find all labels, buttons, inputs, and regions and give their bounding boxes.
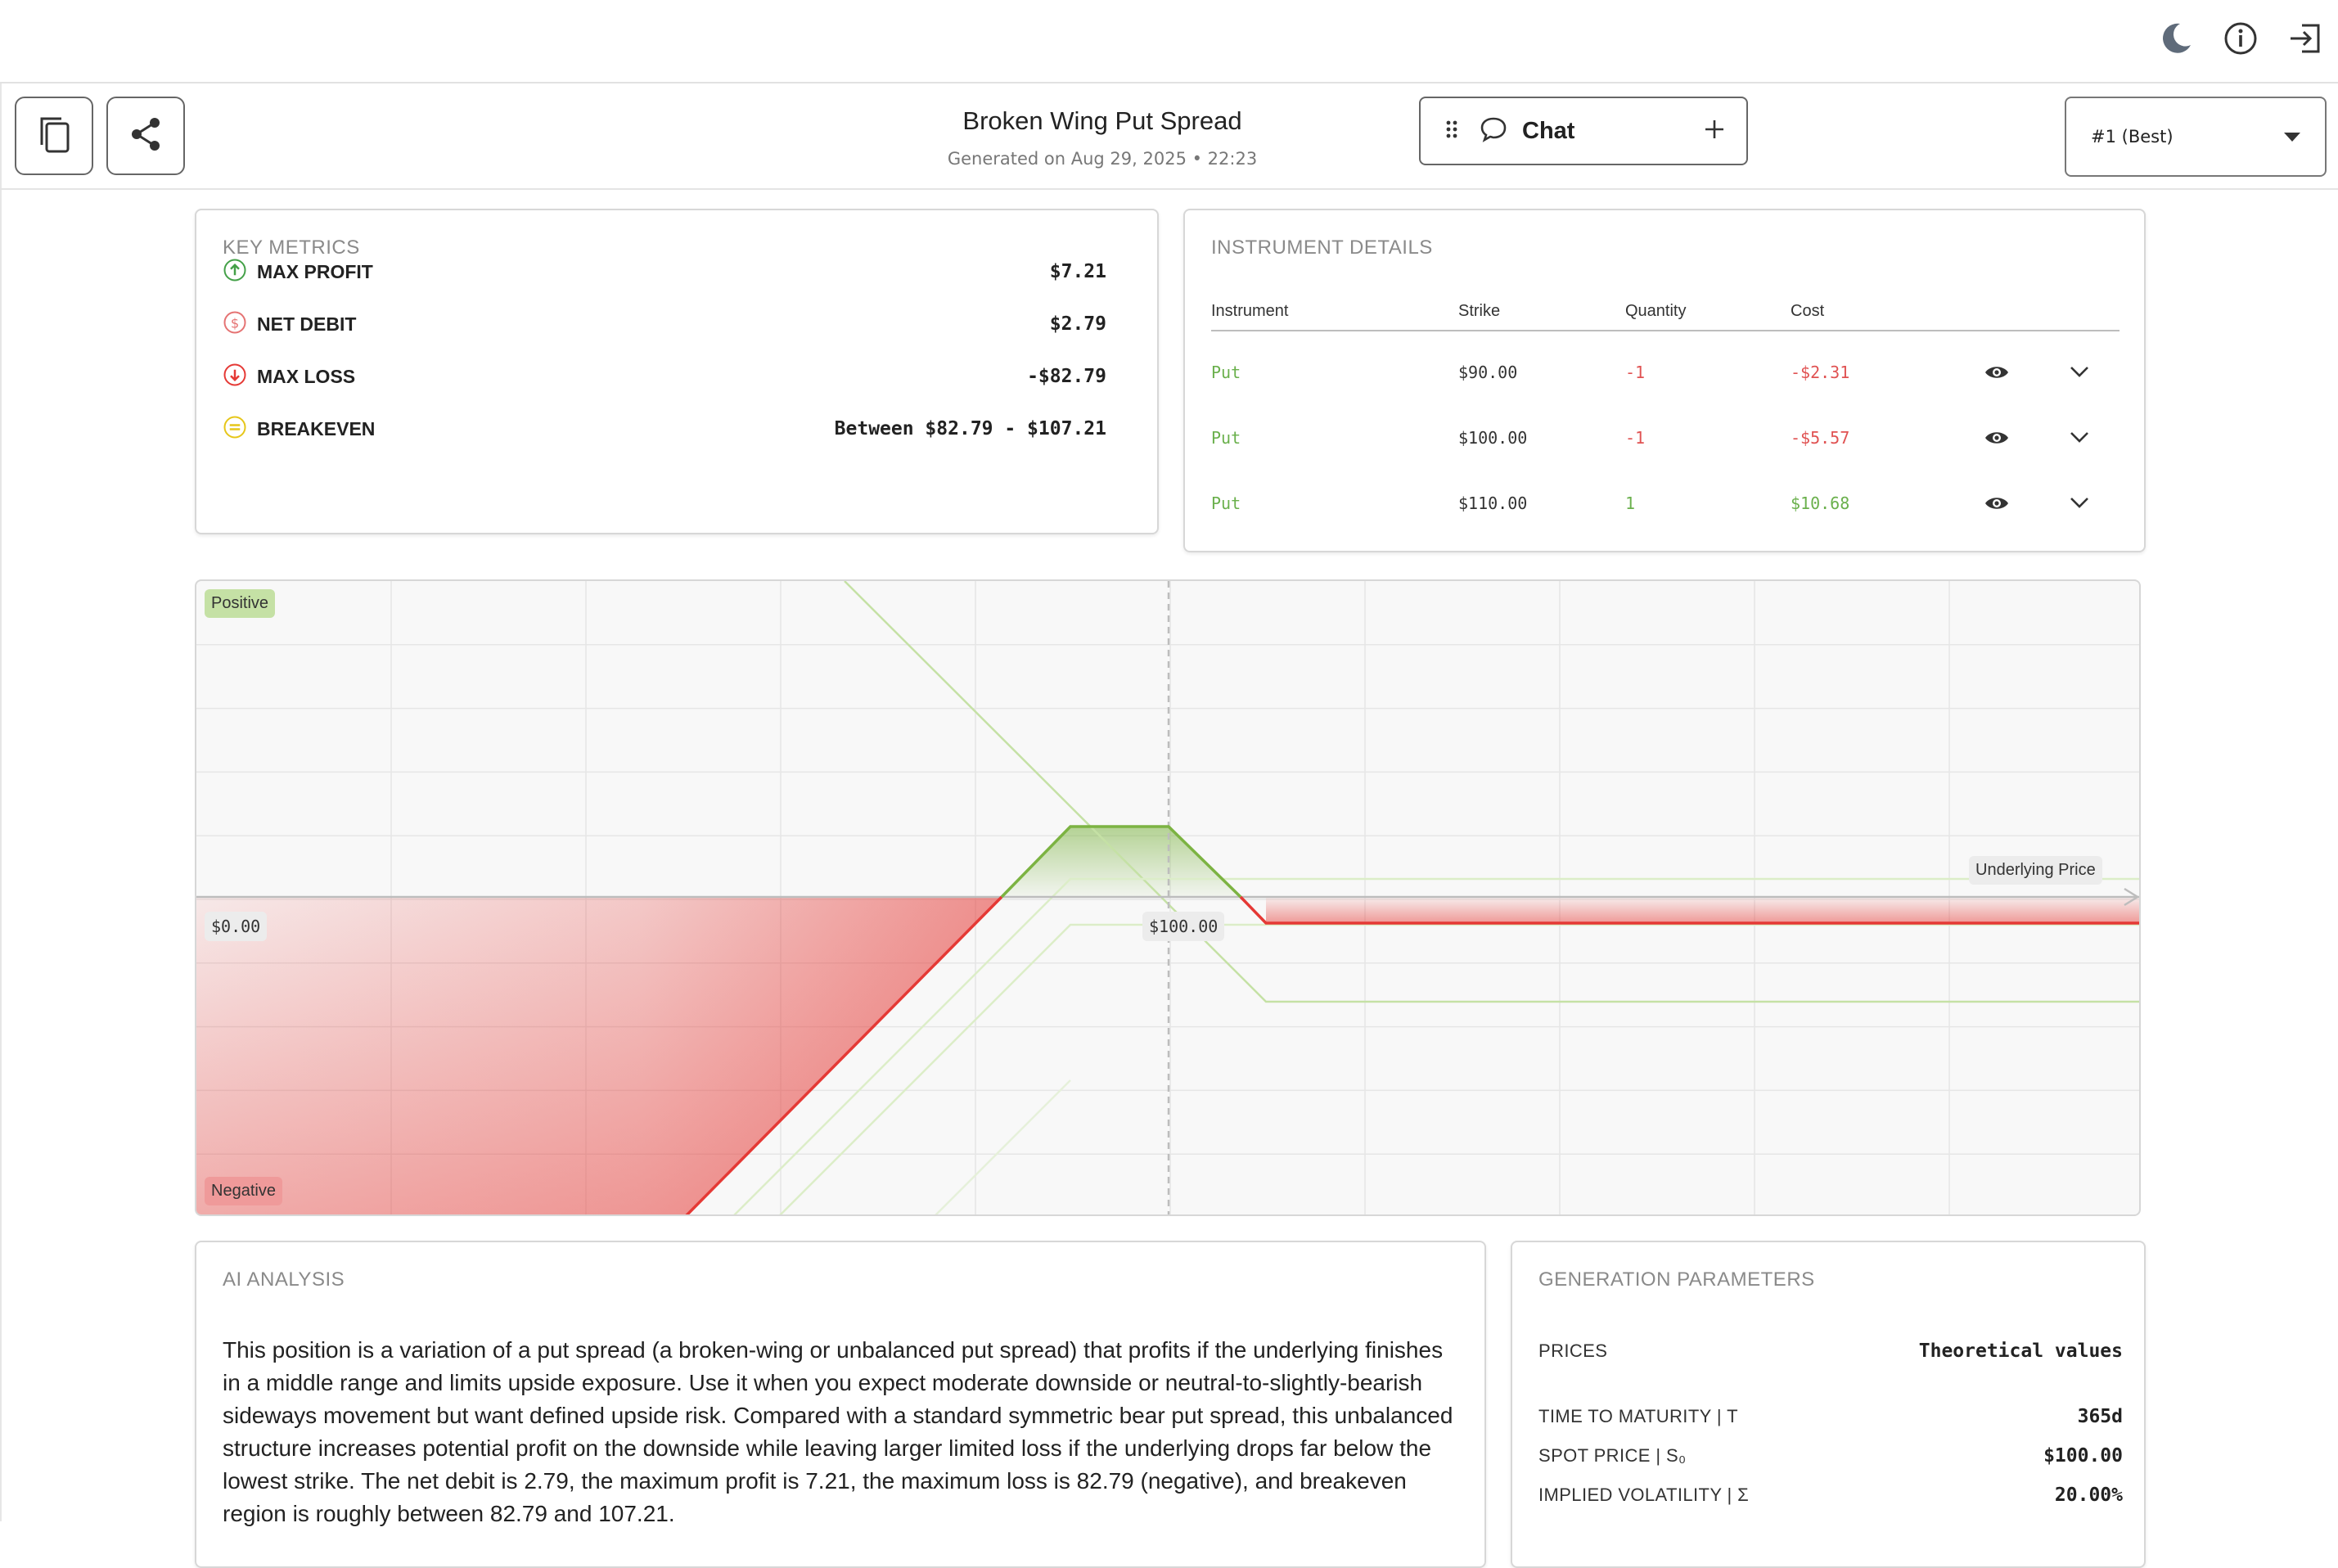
chat-bubble-icon bbox=[1480, 116, 1507, 146]
param-prices-label: PRICES bbox=[1538, 1340, 1608, 1361]
quantity-cell: -1 bbox=[1625, 428, 1646, 448]
instrument-cell: Put bbox=[1211, 493, 1241, 513]
param-label: IMPLIED VOLATILITY | Σ bbox=[1538, 1485, 1750, 1505]
table-row[interactable]: Put $100.00 -1 -$5.57 bbox=[1185, 421, 2147, 454]
cost-cell: $10.68 bbox=[1791, 493, 1850, 513]
instrument-details-title: INSTRUMENT DETAILS bbox=[1211, 237, 1433, 259]
column-header-strike: Strike bbox=[1458, 302, 1501, 320]
arrow-down-circle-icon bbox=[223, 363, 247, 391]
chevron-down-icon[interactable] bbox=[2069, 430, 2090, 448]
logout-icon[interactable] bbox=[2286, 18, 2327, 59]
arrow-up-circle-icon bbox=[223, 258, 247, 286]
generation-parameters-card: GENERATION PARAMETERS PRICES Theoretical… bbox=[1511, 1241, 2146, 1568]
param-value: $100.00 bbox=[2043, 1445, 2123, 1467]
ai-analysis-card: AI ANALYSIS This position is a variation… bbox=[195, 1241, 1486, 1568]
info-icon[interactable] bbox=[2220, 18, 2261, 59]
rank-select[interactable]: #1 (Best) bbox=[2065, 97, 2327, 177]
metric-max-loss: MAX LOSS -$82.79 bbox=[223, 360, 1106, 393]
cost-cell: -$5.57 bbox=[1791, 428, 1850, 448]
eye-icon[interactable] bbox=[1984, 493, 2010, 517]
share-icon bbox=[127, 115, 164, 157]
metric-max-profit: MAX PROFIT $7.21 bbox=[223, 255, 1106, 288]
param-row: TIME TO MATURITY | T 365d bbox=[1538, 1406, 2123, 1427]
param-value: 365d bbox=[2077, 1406, 2123, 1427]
chevron-down-icon[interactable] bbox=[2069, 364, 2090, 383]
table-header-divider bbox=[1211, 330, 2120, 331]
svg-text:$: $ bbox=[231, 315, 239, 331]
metric-breakeven: BREAKEVEN Between $82.79 - $107.21 bbox=[223, 412, 1106, 445]
copy-button[interactable] bbox=[15, 97, 93, 175]
cost-cell: -$2.31 bbox=[1791, 363, 1850, 382]
metric-label: MAX PROFIT bbox=[257, 260, 373, 282]
eye-icon[interactable] bbox=[1984, 428, 2010, 452]
zero-value-label: $0.00 bbox=[205, 912, 268, 941]
copy-icon bbox=[35, 114, 73, 159]
top-bar bbox=[0, 0, 2338, 83]
table-row[interactable]: Put $110.00 1 $10.68 bbox=[1185, 487, 2147, 520]
metric-value: -$82.79 bbox=[1027, 366, 1106, 387]
strike-cell: $100.00 bbox=[1458, 428, 1528, 448]
ai-analysis-text: This position is a variation of a put sp… bbox=[223, 1337, 1453, 1526]
quantity-cell: -1 bbox=[1625, 363, 1646, 382]
payoff-chart-svg bbox=[196, 581, 2139, 1214]
generated-timestamp: Generated on Aug 29, 2025 • 22:23 bbox=[947, 149, 1258, 169]
loss-area-shade bbox=[196, 897, 1002, 1214]
metric-label: MAX LOSS bbox=[257, 365, 356, 387]
key-metrics-card: KEY METRICS MAX PROFIT $7.21 $ NET DEBIT $2.… bbox=[195, 209, 1159, 534]
rank-select-value: #1 (Best) bbox=[2091, 127, 2174, 146]
moon-icon[interactable] bbox=[2156, 18, 2196, 59]
param-label: SPOT PRICE | S₀ bbox=[1538, 1445, 1687, 1466]
strike-cell: $90.00 bbox=[1458, 363, 1518, 382]
page-title: Broken Wing Put Spread bbox=[962, 106, 1242, 135]
param-prices: PRICES Theoretical values bbox=[1538, 1340, 2123, 1362]
chat-label: Chat bbox=[1522, 117, 1575, 144]
param-prices-value: Theoretical values bbox=[1918, 1340, 2123, 1362]
instrument-cell: Put bbox=[1211, 428, 1241, 448]
strategy-toolbar: Broken Wing Put Spread Generated on Aug … bbox=[0, 83, 2338, 190]
left-border bbox=[0, 83, 2, 1521]
metric-value: $2.79 bbox=[1049, 313, 1106, 335]
chevron-down-icon[interactable] bbox=[2069, 495, 2090, 514]
column-header-instrument: Instrument bbox=[1211, 302, 1289, 320]
chat-widget[interactable]: Chat bbox=[1419, 97, 1748, 165]
instrument-details-card: INSTRUMENT DETAILS Instrument Strike Qua… bbox=[1183, 209, 2146, 552]
table-row[interactable]: Put $90.00 -1 -$2.31 bbox=[1185, 356, 2147, 389]
param-value: 20.00% bbox=[2054, 1485, 2123, 1506]
payoff-chart[interactable]: Positive Negative $0.00 $100.00 Underlyi… bbox=[195, 579, 2141, 1216]
negative-badge: Negative bbox=[205, 1177, 282, 1205]
param-row: SPOT PRICE | S₀ $100.00 bbox=[1538, 1445, 2123, 1467]
ai-analysis-title: AI ANALYSIS bbox=[223, 1268, 345, 1291]
generation-parameters-title: GENERATION PARAMETERS bbox=[1538, 1268, 1815, 1291]
metric-label: BREAKEVEN bbox=[257, 417, 376, 439]
leg-line-4 bbox=[935, 1079, 1071, 1214]
dollar-circle-icon: $ bbox=[223, 310, 247, 339]
strike-value-label: $100.00 bbox=[1142, 912, 1225, 941]
drag-handle-icon[interactable] bbox=[1445, 119, 1458, 143]
param-row: IMPLIED VOLATILITY | Σ 20.00% bbox=[1538, 1485, 2123, 1506]
metric-value: Between $82.79 - $107.21 bbox=[834, 418, 1106, 439]
strike-cell: $110.00 bbox=[1458, 493, 1528, 513]
positive-badge: Positive bbox=[205, 589, 276, 618]
metric-value: $7.21 bbox=[1049, 261, 1106, 282]
equals-circle-icon bbox=[223, 415, 247, 444]
instrument-cell: Put bbox=[1211, 363, 1241, 382]
column-header-cost: Cost bbox=[1791, 302, 1825, 320]
column-header-quantity: Quantity bbox=[1625, 302, 1687, 320]
x-axis-label: Underlying Price bbox=[1969, 856, 2102, 885]
plus-icon[interactable] bbox=[1704, 119, 1725, 144]
eye-icon[interactable] bbox=[1984, 363, 2010, 386]
flat-loss-area bbox=[1266, 897, 2139, 923]
metric-net-debit: $ NET DEBIT $2.79 bbox=[223, 308, 1106, 340]
share-button[interactable] bbox=[106, 97, 185, 175]
metric-label: NET DEBIT bbox=[257, 313, 357, 335]
quantity-cell: 1 bbox=[1625, 493, 1636, 513]
caret-down-icon bbox=[2284, 127, 2300, 146]
param-label: TIME TO MATURITY | T bbox=[1538, 1406, 1738, 1426]
